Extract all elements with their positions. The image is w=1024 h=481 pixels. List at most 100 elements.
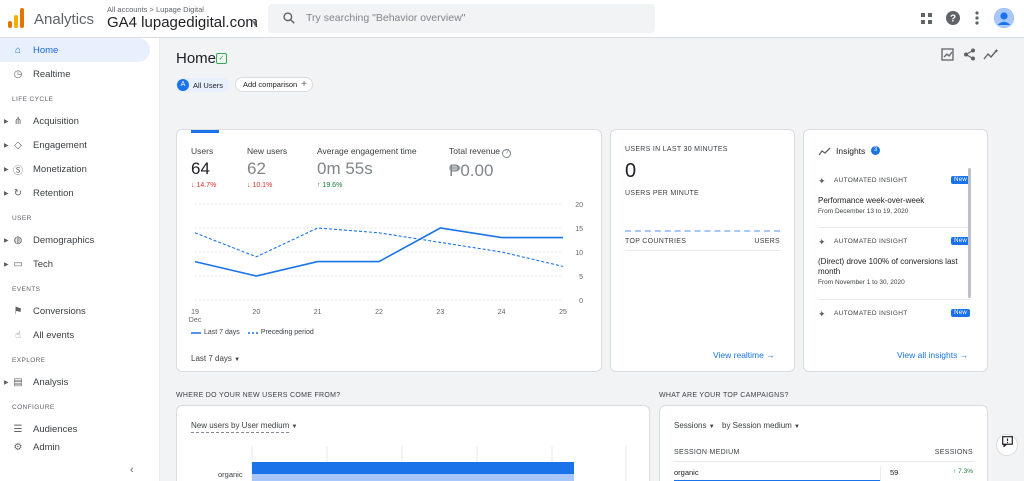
sidebar-item-tech[interactable]: ▶ ▭ Tech [0, 252, 150, 276]
date-range-dropdown[interactable]: Last 7 days ▼ [191, 354, 240, 363]
sidebar-item-label: Retention [33, 187, 74, 199]
more-vert-icon[interactable] [969, 10, 985, 26]
sidebar-item-all-events[interactable]: ☝ All events [0, 323, 150, 347]
search-bar[interactable]: Try searching "Behavior overview" [268, 4, 655, 33]
view-realtime-link[interactable]: View realtime → [713, 350, 775, 360]
insights-scrollbar[interactable] [968, 168, 971, 298]
dropdown-label: Sessions [674, 421, 707, 430]
expand-arrow-icon: ▶ [4, 379, 9, 386]
divider [880, 466, 881, 481]
help-icon[interactable]: ? [945, 10, 961, 26]
account-avatar[interactable] [994, 8, 1014, 28]
sidebar-item-acquisition[interactable]: ▶ ⋔ Acquisition [0, 109, 150, 133]
realtime-value: 0 [625, 160, 637, 182]
campaign-metric-dropdown[interactable]: Sessions ▼ [674, 421, 715, 430]
x-tick-label: 22 [375, 309, 383, 316]
view-all-insights-link[interactable]: View all insights → [897, 350, 968, 360]
audiences-icon: ☰ [13, 423, 23, 435]
account-breadcrumb[interactable]: All accounts > Lupage Digital [107, 5, 204, 14]
feedback-button[interactable] [996, 434, 1018, 456]
collapse-sidebar-icon[interactable]: ‹ [130, 464, 134, 476]
chip-label: All Users [193, 80, 224, 90]
gear-icon: ⚙ [13, 441, 23, 453]
sidebar-item-label: Tech [33, 258, 54, 270]
property-selector[interactable]: GA4 lupagedigital.com [107, 14, 258, 31]
campaign-dimension-dropdown[interactable]: by Session medium ▼ [722, 421, 800, 430]
expand-arrow-icon: ▶ [4, 237, 9, 244]
add-comparison-label: Add comparison [243, 80, 298, 89]
insight-item[interactable]: ✦ AUTOMATED INSIGHT New [818, 309, 970, 320]
sidebar-item-label: Engagement [33, 139, 87, 151]
top-app-bar: Analytics All accounts > Lupage Digital … [0, 0, 1024, 38]
view-realtime-label: View realtime [713, 350, 764, 360]
caret-down-icon: ▼ [234, 357, 241, 363]
sidebar-nav: ⌂ Home ◷ Realtime LIFE CYCLE ▶ ⋔ Acquisi… [0, 38, 160, 481]
sidebar-item-admin[interactable]: ⚙ Admin [0, 435, 150, 459]
insight-item[interactable]: ✦ AUTOMATED INSIGHT New Performance week-o… [818, 176, 970, 215]
x-tick-label: 19 [191, 309, 199, 316]
campaigns-card: Sessions ▼ by Session medium ▼ SESSION M… [659, 405, 988, 481]
verified-check-icon: ✓ [216, 53, 227, 64]
edit-report-icon[interactable] [940, 48, 954, 62]
sidebar-item-label: Monetization [33, 163, 87, 175]
insight-item[interactable]: ✦ AUTOMATED INSIGHT New (Direct) drove 100… [818, 237, 970, 286]
section-title: CONFIGURE [12, 404, 55, 411]
section-title: WHAT ARE YOUR TOP CAMPAIGNS? [659, 392, 789, 399]
svg-text:✦: ✦ [994, 48, 998, 55]
comparison-chip-all-users[interactable]: A All Users [176, 78, 230, 92]
device-icon: ▭ [13, 258, 23, 270]
x-tick-label: 24 [498, 309, 506, 316]
caret-down-icon: ▼ [708, 424, 715, 430]
new-badge: New [951, 309, 970, 317]
sidebar-item-conversions[interactable]: ⚑ Conversions [0, 299, 150, 323]
new-users-dimension-dropdown[interactable]: New users by User medium ▼ [191, 421, 297, 433]
campaign-row-medium[interactable]: organic [674, 468, 699, 477]
y-tick-label: 20 [575, 202, 583, 209]
legend-label-previous: Preceding period [260, 329, 314, 336]
legend-label-current: Last 7 days [204, 329, 240, 336]
plus-icon: + [301, 79, 307, 90]
x-tick-label: 23 [436, 309, 444, 316]
arrow-right-icon: → [959, 350, 969, 360]
y-tick-label: 0 [579, 298, 583, 305]
divider [674, 461, 974, 462]
section-title: WHERE DO YOUR NEW USERS COME FROM? [176, 392, 341, 399]
search-placeholder: Try searching "Behavior overview" [306, 12, 466, 24]
caret-down-icon[interactable]: ▼ [251, 19, 259, 28]
dropdown-label: by Session medium [722, 421, 792, 430]
share-icon[interactable] [962, 48, 976, 62]
clock-icon: ◷ [13, 68, 23, 80]
sidebar-item-home[interactable]: ⌂ Home [0, 38, 150, 62]
chip-letter: A [177, 79, 189, 91]
sidebar-item-label: Analysis [33, 376, 69, 388]
expand-arrow-icon: ▶ [4, 118, 9, 125]
sidebar-item-engagement[interactable]: ▶ ◇ Engagement [0, 133, 150, 157]
realtime-heading: USERS IN LAST 30 MINUTES [625, 146, 728, 153]
sparkle-icon: ✦ [818, 176, 826, 186]
insights-spark-icon[interactable]: ✦ [983, 48, 999, 62]
app-name: Analytics [34, 11, 95, 28]
add-comparison-button[interactable]: Add comparison + [235, 77, 313, 92]
globe-icon: ◍ [13, 234, 23, 246]
overview-card: Users 64 ↓ 14.7% New users 62 ↓ 10.1% Av… [176, 129, 602, 372]
sidebar-item-label: Home [33, 44, 59, 56]
analysis-icon: ▤ [13, 376, 23, 388]
apps-grid-icon[interactable] [918, 10, 934, 26]
search-icon [283, 12, 295, 24]
sidebar-item-monetization[interactable]: ▶ Ⓢ Monetization [0, 157, 150, 181]
sidebar-item-realtime[interactable]: ◷ Realtime [0, 62, 150, 86]
bar-previous[interactable] [252, 474, 574, 481]
sidebar-item-analysis[interactable]: ▶ ▤ Analysis [0, 370, 150, 394]
sidebar-item-retention[interactable]: ▶ ↻ Retention [0, 181, 150, 205]
insights-count-badge: 3 [871, 146, 880, 155]
x-tick-label: 21 [314, 309, 322, 316]
divider [818, 227, 970, 228]
analytics-logo-icon[interactable] [8, 8, 24, 28]
bar-current[interactable] [252, 462, 574, 474]
sparkle-icon: ✦ [818, 237, 826, 247]
divider [818, 299, 970, 300]
users-column-header: USERS [754, 238, 780, 245]
insights-card: Insights 3 ✦ AUTOMATED INSIGHT New Perform… [803, 129, 988, 372]
sidebar-item-demographics[interactable]: ▶ ◍ Demographics [0, 228, 150, 252]
insight-tag: AUTOMATED INSIGHT [834, 238, 908, 245]
